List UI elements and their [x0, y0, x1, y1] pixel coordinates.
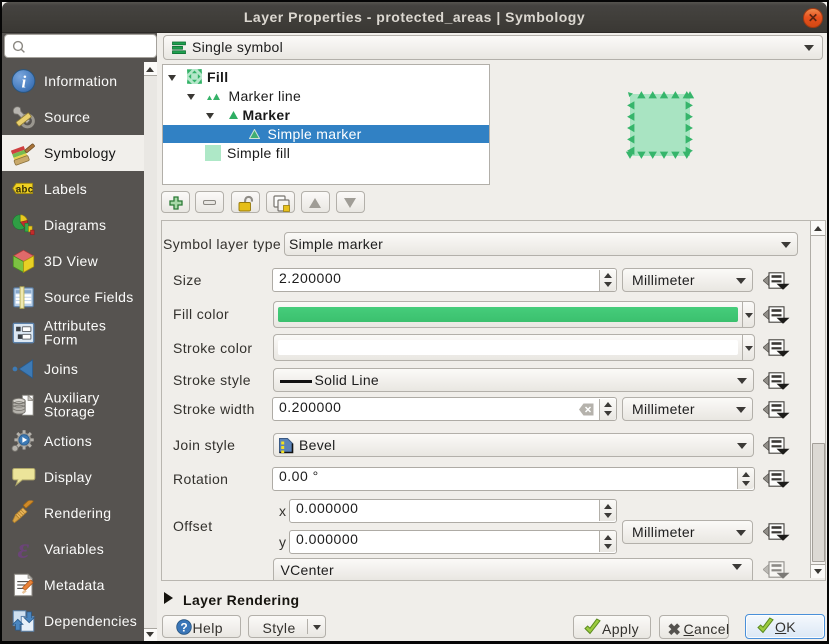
svg-text:i: i — [22, 72, 27, 91]
svg-text:abc: abc — [16, 184, 34, 195]
svg-text:?: ? — [180, 621, 187, 635]
svg-text:ε: ε — [18, 536, 30, 561]
